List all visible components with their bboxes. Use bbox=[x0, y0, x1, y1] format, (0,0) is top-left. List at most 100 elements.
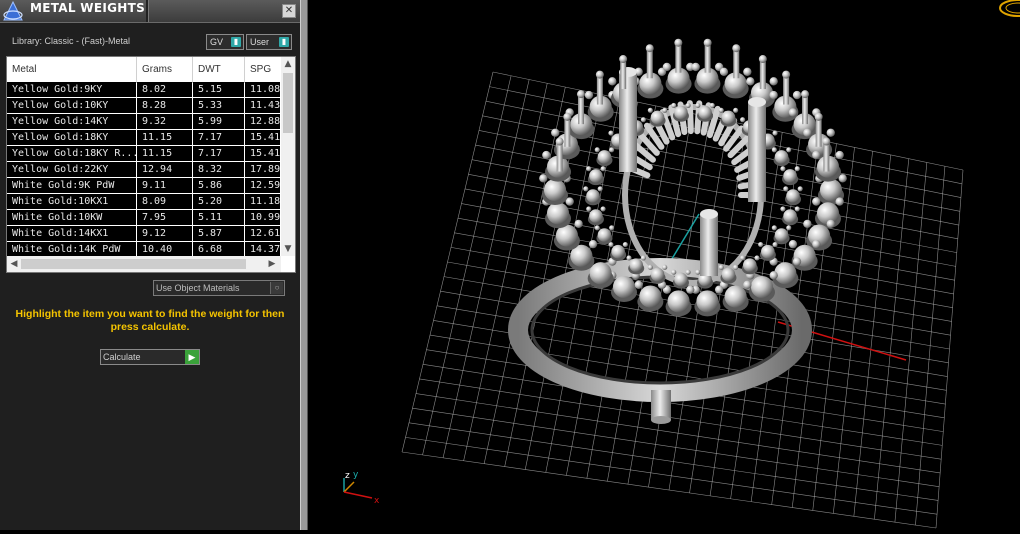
grid-line bbox=[412, 407, 940, 487]
gv-dropdown[interactable]: GV ▮ bbox=[206, 34, 244, 50]
table-cell: 11.18 bbox=[245, 194, 280, 209]
halo-stone bbox=[639, 285, 662, 308]
table-row[interactable]: White Gold:9K PdW 9.11 5.86 12.59 bbox=[7, 178, 280, 194]
table-cell: 9.32 bbox=[137, 114, 192, 129]
inner-stone bbox=[597, 228, 612, 242]
inner-stone bbox=[743, 258, 757, 272]
inner-stone bbox=[774, 228, 789, 242]
table-row[interactable]: Yellow Gold:10KY 8.28 5.33 11.43 bbox=[7, 98, 280, 114]
inner-stone-bead bbox=[772, 241, 778, 248]
column-header[interactable]: DWT bbox=[193, 57, 245, 82]
halo-prong-tip bbox=[563, 112, 572, 121]
halo-stone-bead bbox=[743, 67, 752, 76]
inner-stone bbox=[586, 189, 600, 203]
table-cell: 5.99 bbox=[193, 114, 244, 129]
halo-stone-bead bbox=[691, 62, 700, 72]
play-icon: ▶ bbox=[185, 350, 199, 364]
halo-prong bbox=[620, 59, 627, 90]
table-cell: Yellow Gold:18KY bbox=[7, 130, 136, 145]
table-cell: 17.89 bbox=[245, 162, 280, 177]
vertical-scrollbar[interactable]: ▲ ▼ bbox=[281, 57, 295, 256]
halo-stone-bead bbox=[574, 219, 583, 229]
halo-stone bbox=[667, 290, 690, 313]
horizontal-scrollbar[interactable]: ◀ ▶ bbox=[7, 256, 281, 272]
panel-titlebar[interactable]: METAL WEIGHTS ✕ bbox=[0, 0, 300, 23]
halo-stone-bead bbox=[792, 257, 802, 266]
panel-splitter[interactable] bbox=[300, 0, 308, 530]
halo-stone-bead bbox=[584, 90, 594, 100]
scroll-up-icon[interactable]: ▲ bbox=[281, 57, 295, 71]
inner-stone-bead bbox=[780, 206, 786, 212]
shank-stem-base bbox=[651, 416, 671, 424]
halo-stone-bead bbox=[812, 239, 821, 249]
scroll-left-icon[interactable]: ◀ bbox=[7, 257, 21, 271]
halo-prong-tip bbox=[801, 90, 810, 99]
table-cell: 8.32 bbox=[193, 162, 244, 177]
inner-stone-bead bbox=[647, 264, 653, 270]
dropdown-toggle-icon: ○ bbox=[270, 282, 283, 294]
table-row[interactable]: Yellow Gold:14KY 9.32 5.99 12.88 bbox=[7, 114, 280, 130]
gallery-spoke bbox=[686, 100, 694, 135]
table-row[interactable]: Yellow Gold:9KY 8.02 5.15 11.08 bbox=[7, 82, 280, 98]
use-object-materials-label: Use Object Materials bbox=[156, 283, 240, 293]
table-row[interactable]: White Gold:10KW 7.95 5.11 10.99 bbox=[7, 210, 280, 226]
table-body[interactable]: Yellow Gold:9KY 8.02 5.15 11.08 Yellow Gold:… bbox=[7, 82, 280, 256]
viewport-canvas[interactable]: z y x bbox=[308, 0, 1020, 530]
inner-stone bbox=[589, 209, 603, 223]
close-icon[interactable]: ✕ bbox=[282, 4, 296, 18]
table-cell: 8.02 bbox=[137, 82, 192, 97]
table-cell: 10.40 bbox=[137, 242, 192, 256]
table-cell: White Gold:14KX1 bbox=[7, 226, 136, 241]
table-cell: 7.17 bbox=[193, 146, 244, 161]
inner-stone-bead bbox=[640, 255, 646, 261]
halo-stone-bead bbox=[686, 285, 695, 294]
ring-model[interactable] bbox=[508, 38, 847, 424]
column-header[interactable]: Metal bbox=[7, 57, 137, 82]
halo-stone-bead bbox=[788, 239, 798, 249]
halo-stone-bead bbox=[608, 77, 617, 86]
metal-weights-panel: METAL WEIGHTS ✕ Library: Classic - (Fast… bbox=[0, 0, 300, 530]
table-row[interactable]: Yellow Gold:18KY R... 11.15 7.17 15.41 bbox=[7, 146, 280, 162]
table-cell: White Gold:10KW bbox=[7, 210, 136, 225]
table-cell: Yellow Gold:9KY bbox=[7, 82, 136, 97]
column-header[interactable]: Grams bbox=[137, 57, 193, 82]
table-cell: 15.41 bbox=[245, 130, 280, 145]
inner-stone-bead bbox=[685, 269, 691, 275]
table-row[interactable]: White Gold:10KX1 8.09 5.20 11.18 bbox=[7, 194, 280, 210]
inner-stone-bead bbox=[786, 147, 792, 153]
vertical-scroll-thumb[interactable] bbox=[283, 73, 293, 133]
calculate-button[interactable]: Calculate ▶ bbox=[100, 349, 200, 365]
table-cell: 9.12 bbox=[137, 226, 192, 241]
halo-stone-bead bbox=[769, 77, 778, 86]
center-prong bbox=[748, 102, 766, 202]
halo-prong-tip bbox=[645, 44, 654, 53]
inner-stone-bead bbox=[786, 225, 792, 231]
table-row[interactable]: Yellow Gold:22KY 12.94 8.32 17.89 bbox=[7, 162, 280, 178]
use-object-materials-dropdown[interactable]: Use Object Materials ○ bbox=[153, 280, 285, 296]
inner-stone-bead bbox=[586, 206, 592, 212]
table-row[interactable]: White Gold:14KX1 9.12 5.87 12.61 bbox=[7, 226, 280, 242]
halo-stone-bead bbox=[769, 90, 778, 100]
scroll-right-icon[interactable]: ▶ bbox=[265, 257, 279, 271]
inner-stone-bead bbox=[718, 107, 724, 113]
inner-stone-bead bbox=[718, 264, 724, 270]
table-row[interactable]: White Gold:14K PdW 10.40 6.68 14.37 bbox=[7, 242, 280, 256]
table-row[interactable]: Yellow Gold:18KY 11.15 7.17 15.41 bbox=[7, 130, 280, 146]
table-cell: White Gold:10KX1 bbox=[7, 194, 136, 209]
inner-stone-bead bbox=[783, 186, 789, 192]
table-cell: 12.59 bbox=[245, 178, 280, 193]
3d-viewport[interactable]: z y x bbox=[308, 0, 1020, 530]
inner-stone-bead bbox=[647, 107, 653, 113]
table-cell: Yellow Gold:10KY bbox=[7, 98, 136, 113]
inner-stone-bead bbox=[586, 166, 592, 172]
halo-stone-bead bbox=[792, 90, 802, 100]
user-dropdown[interactable]: User ▮ bbox=[246, 34, 292, 50]
inner-stone bbox=[674, 105, 688, 120]
center-prong bbox=[700, 214, 718, 276]
grid-line bbox=[415, 393, 941, 474]
grid-line bbox=[853, 154, 891, 517]
horizontal-scroll-thumb[interactable] bbox=[21, 259, 246, 269]
scroll-down-icon[interactable]: ▼ bbox=[281, 242, 295, 256]
metals-table[interactable]: Metal Grams DWT SPG Yellow Gold:9KY 8.02 5.15… bbox=[6, 56, 296, 273]
inner-stone-bead bbox=[640, 117, 646, 123]
